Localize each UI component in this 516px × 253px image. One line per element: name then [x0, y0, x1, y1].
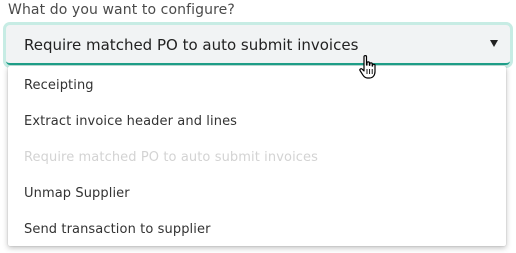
menu-item-receipting[interactable]: Receipting — [24, 77, 94, 95]
hand-pointer-icon — [359, 55, 376, 79]
configure-select-value: Require matched PO to auto submit invoic… — [24, 36, 359, 54]
menu-item-send-transaction-to-supplier[interactable]: Send transaction to supplier — [24, 221, 211, 239]
configure-dropdown-menu: Receipting Extract invoice header and li… — [8, 66, 506, 246]
menu-item-require-matched-po: Require matched PO to auto submit invoic… — [24, 150, 319, 165]
configure-select[interactable]: Require matched PO to auto submit invoic… — [6, 25, 510, 65]
caret-down-icon[interactable] — [490, 40, 498, 47]
menu-item-extract-invoice-header-and-lines[interactable]: Extract invoice header and lines — [24, 113, 237, 131]
menu-item-unmap-supplier[interactable]: Unmap Supplier — [24, 185, 130, 203]
configure-panel: What do you want to configure? Require m… — [0, 0, 516, 253]
configure-question-label: What do you want to configure? — [8, 2, 235, 18]
